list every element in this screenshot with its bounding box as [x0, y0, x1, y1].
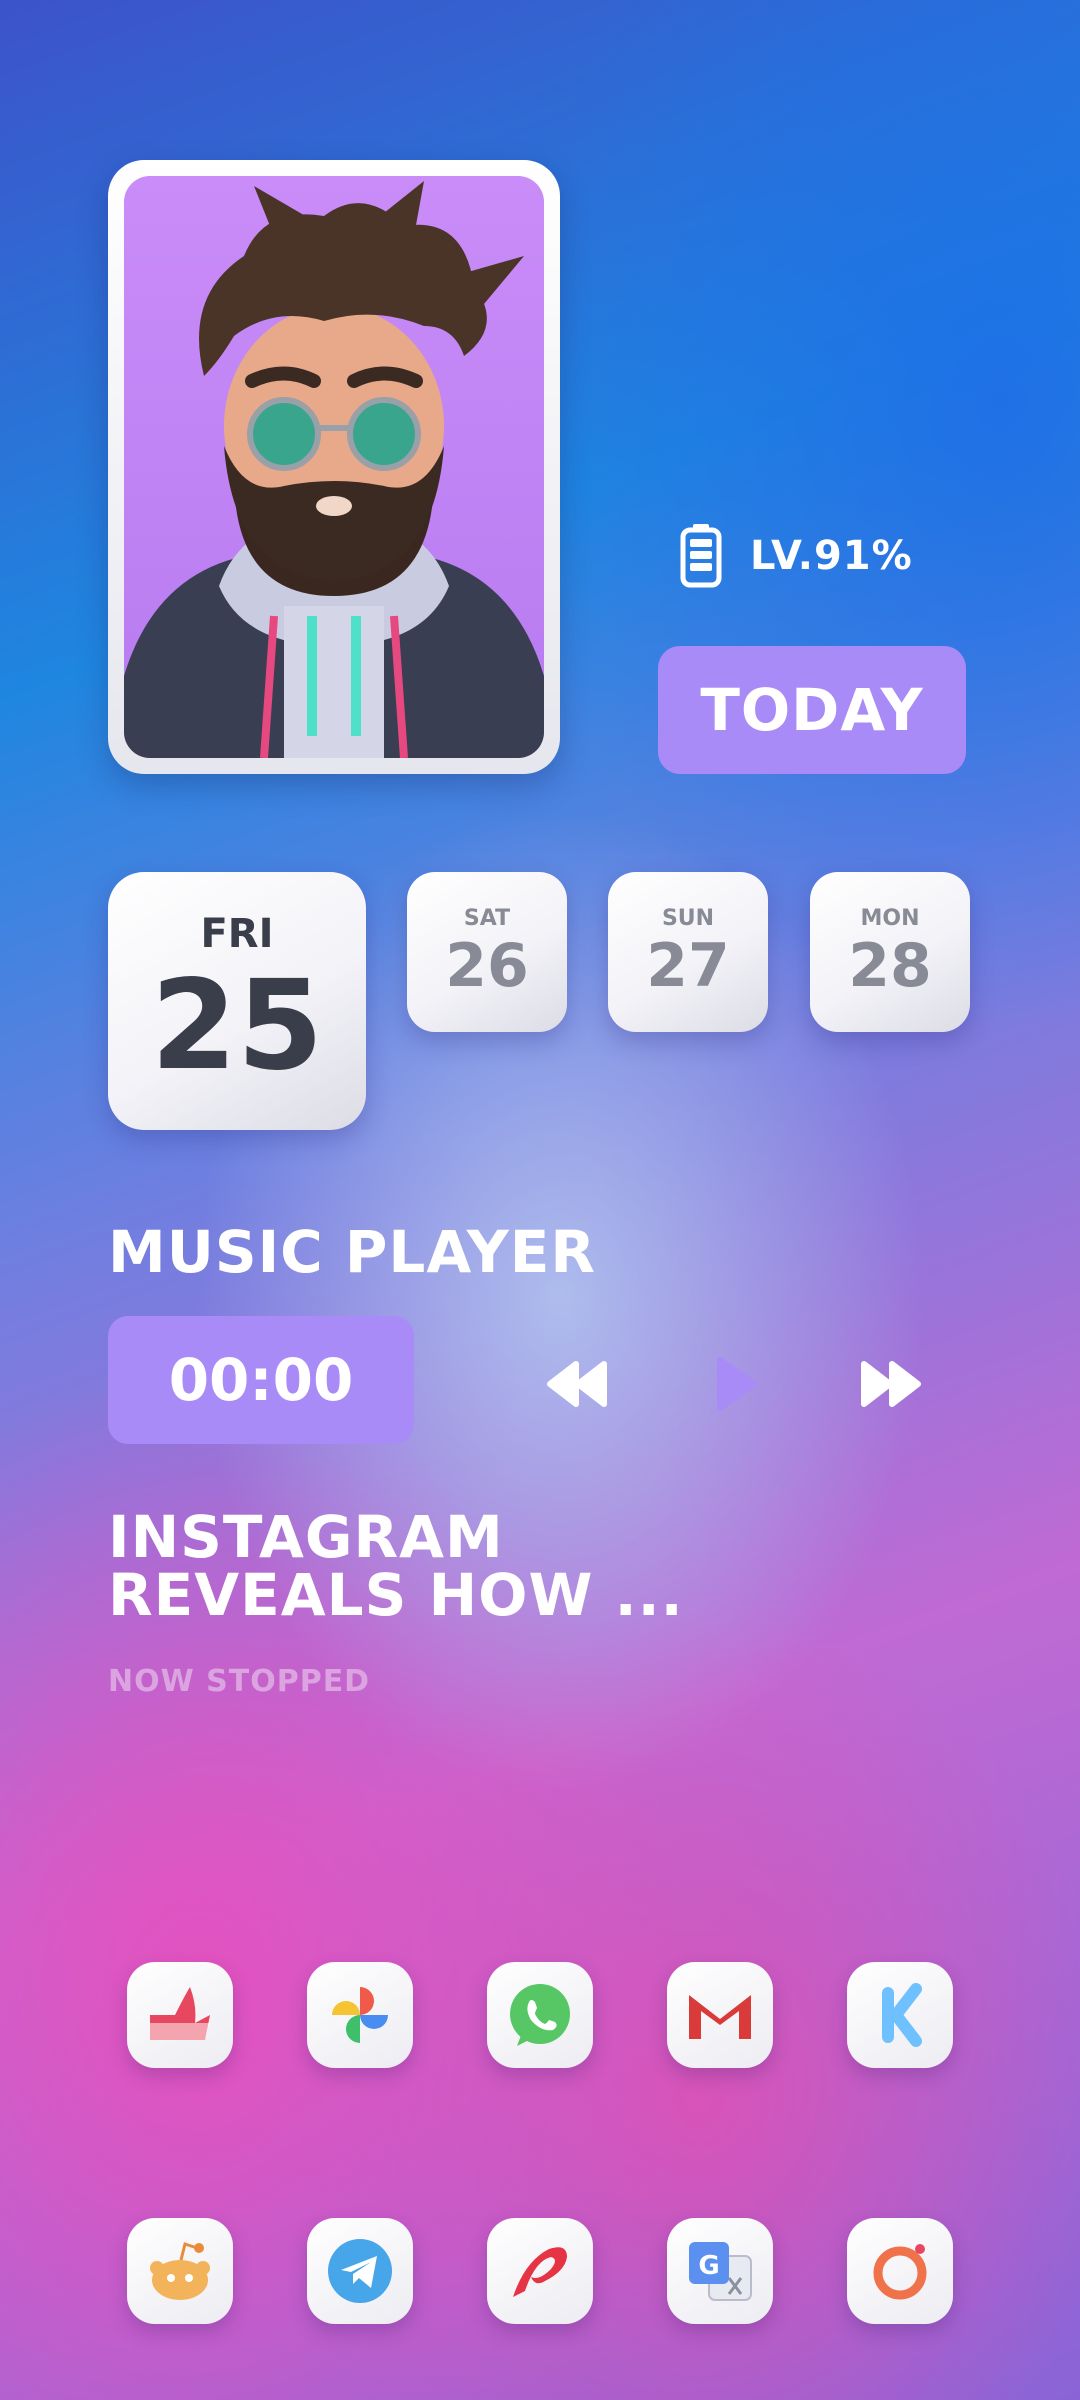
track-title: INSTAGRAM REVEALS HOW ... — [108, 1508, 808, 1624]
photos-red-icon[interactable] — [127, 1962, 233, 2068]
fast-forward-button[interactable] — [850, 1344, 930, 1424]
day-name: MON — [860, 906, 920, 931]
day-date: 27 — [646, 931, 730, 1001]
day-name: SUN — [661, 906, 715, 931]
google-translate-icon[interactable]: G — [667, 2218, 773, 2324]
day-tile-today[interactable]: FRI 25 — [108, 872, 366, 1130]
today-button[interactable]: TODAY — [658, 646, 966, 774]
play-button[interactable] — [696, 1344, 776, 1424]
rewind-icon — [547, 1361, 607, 1407]
day-tile-mon[interactable]: MON 28 — [810, 872, 970, 1032]
track-title-line1: INSTAGRAM — [108, 1503, 504, 1571]
play-icon — [717, 1357, 757, 1411]
telegram-icon[interactable] — [307, 2218, 413, 2324]
day-name: FRI — [200, 911, 274, 957]
battery-indicator: LV.91% — [680, 524, 913, 588]
day-tile-sat[interactable]: SAT 26 — [407, 872, 567, 1032]
rewind-button[interactable] — [538, 1344, 618, 1424]
kustom-icon[interactable] — [847, 1962, 953, 2068]
reddit-icon[interactable] — [127, 2218, 233, 2324]
day-name: SAT — [463, 906, 511, 931]
google-photos-icon[interactable] — [307, 1962, 413, 2068]
whatsapp-icon[interactable] — [487, 1962, 593, 2068]
fast-forward-icon — [861, 1361, 921, 1407]
gmail-icon[interactable] — [667, 1962, 773, 2068]
music-player-title: MUSIC PLAYER — [108, 1218, 597, 1286]
day-date: 25 — [150, 954, 324, 1098]
playback-time[interactable]: 00:00 — [108, 1316, 414, 1444]
day-date: 28 — [848, 931, 932, 1001]
battery-icon — [680, 524, 722, 588]
track-title-line2: REVEALS HOW ... — [108, 1561, 684, 1629]
airtel-icon[interactable] — [487, 2218, 593, 2324]
day-date: 26 — [445, 931, 529, 1001]
svg-text:G: G — [698, 2251, 719, 2281]
avatar — [124, 176, 544, 758]
battery-level-text: LV.91% — [750, 533, 913, 579]
day-tile-sun[interactable]: SUN 27 — [608, 872, 768, 1032]
avatar-card[interactable] — [108, 160, 560, 774]
playback-status: NOW STOPPED — [108, 1664, 371, 1699]
avatar-illustration — [124, 181, 544, 758]
camera-ring-icon[interactable] — [847, 2218, 953, 2324]
